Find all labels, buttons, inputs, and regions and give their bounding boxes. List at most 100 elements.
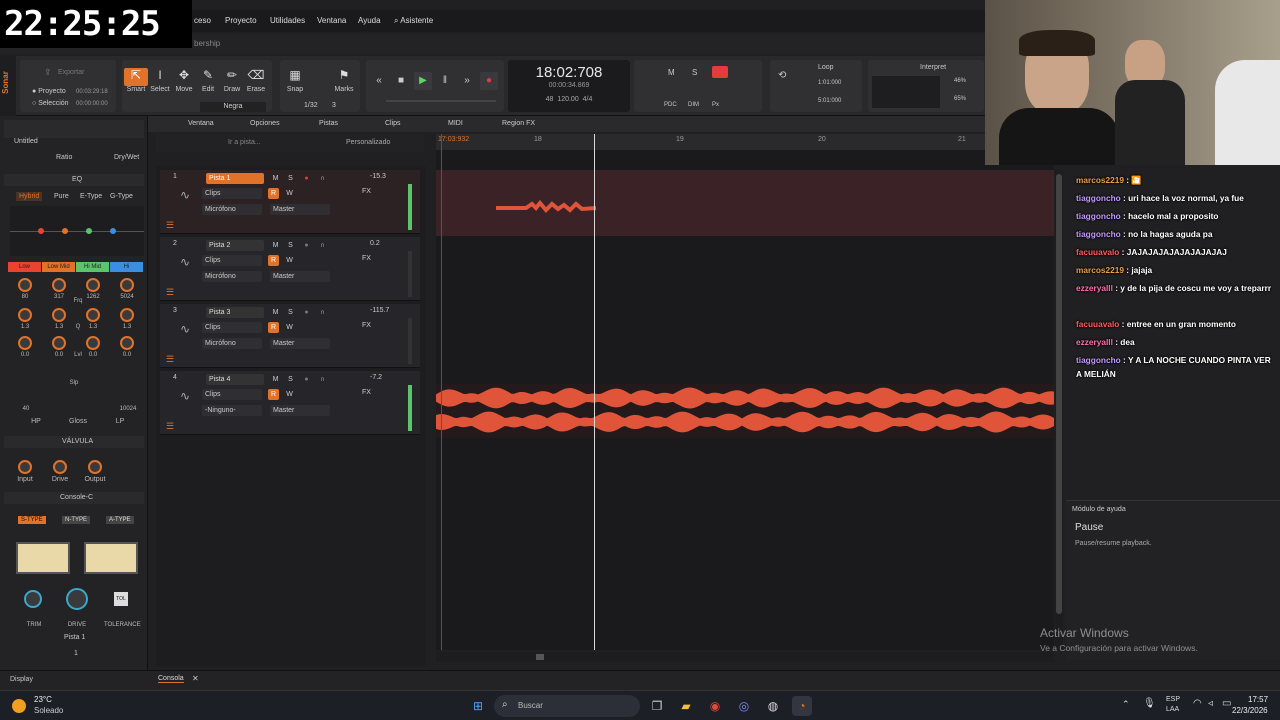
menu-utilidades[interactable]: Utilidades: [270, 16, 305, 25]
track-solo-button[interactable]: S: [285, 173, 296, 184]
valve-knob-1[interactable]: [53, 460, 67, 474]
track-expand-icon[interactable]: ☰: [166, 354, 174, 365]
eq-freq_vals-knob[interactable]: [18, 278, 32, 292]
chrome-icon[interactable]: ◉: [705, 696, 725, 716]
loop-icon[interactable]: ⟲: [778, 70, 786, 81]
track-volume[interactable]: -115.7: [370, 307, 389, 314]
menu-proyecto[interactable]: Proyecto: [225, 16, 257, 25]
time-display[interactable]: 18:02:708 00:00:34.869 48 120.00 4/4: [508, 60, 630, 112]
taskbar-date[interactable]: 22/3/2026: [1232, 706, 1268, 715]
track-volume[interactable]: 0.2: [370, 240, 380, 247]
eq-freq_vals-knob[interactable]: [52, 278, 66, 292]
move-tool[interactable]: ✥ Move: [172, 68, 196, 93]
track-mute-button[interactable]: M: [270, 240, 281, 251]
menu-region-fx[interactable]: Region FX: [502, 120, 535, 127]
track-name[interactable]: Pista 4: [206, 374, 264, 385]
mix-mute[interactable]: M: [668, 68, 675, 77]
erase-tool[interactable]: ⌫ Erase: [244, 68, 268, 93]
track-expand-icon[interactable]: ☰: [166, 421, 174, 432]
display-select[interactable]: Display: [10, 676, 33, 683]
taskbar-time[interactable]: 17:57: [1248, 695, 1268, 704]
track-header-2[interactable]: 2 Pista 2 M S ● ∩ R W 0.2 FX ∿ Clips Mic…: [160, 237, 420, 301]
track-fx[interactable]: FX: [362, 389, 371, 396]
loop-start[interactable]: 1:01:000: [818, 80, 841, 86]
eq-mode-pure[interactable]: Pure: [54, 193, 69, 200]
track-monitor-icon[interactable]: ∩: [317, 173, 328, 184]
eq-node-hi[interactable]: [110, 228, 116, 234]
track-monitor-icon[interactable]: ∩: [317, 374, 328, 385]
eq-filter-2[interactable]: LP: [108, 418, 132, 425]
transport-scrub[interactable]: [386, 100, 496, 102]
eq-mode-hybrid[interactable]: Hybrid: [16, 192, 43, 201]
eq-node-himid[interactable]: [86, 228, 92, 234]
eq-mode-gtype[interactable]: G-Type: [110, 193, 133, 200]
valve-knob-2[interactable]: [88, 460, 102, 474]
playhead[interactable]: [594, 134, 595, 650]
track-output-select[interactable]: Master: [270, 271, 330, 282]
clips-pane[interactable]: [436, 150, 1054, 650]
eq-q_vals-knob[interactable]: [18, 308, 32, 322]
track-input-select[interactable]: -Ninguno-: [202, 405, 262, 416]
track-expand-icon[interactable]: ☰: [166, 220, 174, 231]
eq-lvl_vals-knob[interactable]: [120, 336, 134, 350]
edit-tool[interactable]: ✎ Edit: [196, 68, 220, 93]
rewind-button[interactable]: «: [370, 72, 388, 90]
dim-button[interactable]: DIM: [688, 102, 699, 108]
preset-name[interactable]: Untitled: [14, 138, 38, 145]
track-arm-icon[interactable]: ●: [301, 374, 312, 385]
microphone-icon[interactable]: 🎙: [1143, 698, 1156, 709]
track-read-button[interactable]: R: [268, 188, 279, 199]
trim-knob[interactable]: [24, 590, 42, 608]
track-clips-select[interactable]: Clips: [202, 255, 262, 266]
menu-ventana-view[interactable]: Ventana: [188, 120, 214, 127]
track-input-select[interactable]: Micrófono: [202, 338, 262, 349]
eq-node-low[interactable]: [38, 228, 44, 234]
track-mute-button[interactable]: M: [270, 173, 281, 184]
tol-switch[interactable]: TOL: [114, 592, 128, 606]
project-radio[interactable]: ● Proyecto: [32, 88, 66, 95]
eq-node-lowmid[interactable]: [62, 228, 68, 234]
stop-button[interactable]: ■: [392, 72, 410, 90]
eq-filter-0[interactable]: HP: [24, 418, 48, 425]
eq-freq_vals-knob[interactable]: [120, 278, 134, 292]
discord-icon[interactable]: ◎: [734, 696, 754, 716]
battery-icon[interactable]: ▭: [1222, 698, 1231, 709]
menu-clips[interactable]: Clips: [385, 120, 401, 127]
windows-start-icon[interactable]: ⊞: [468, 696, 488, 716]
track-output-select[interactable]: Master: [270, 338, 330, 349]
track-clips-select[interactable]: Clips: [202, 322, 262, 333]
console-type-s[interactable]: S-TYPE: [18, 516, 46, 524]
track-solo-button[interactable]: S: [285, 240, 296, 251]
eq-filter-1[interactable]: Gloss: [66, 418, 90, 425]
track-write-button[interactable]: W: [284, 322, 295, 333]
eq-q_vals-knob[interactable]: [86, 308, 100, 322]
menu-proceso[interactable]: ceso: [194, 16, 211, 25]
volume-icon[interactable]: ◃: [1208, 698, 1213, 709]
eq-lvl_vals-knob[interactable]: [52, 336, 66, 350]
console-tab-close-icon[interactable]: ✕: [192, 674, 199, 683]
track-header-4[interactable]: 4 Pista 4 M S ● ∩ R W -7.2 FX ∿ Clips -N…: [160, 371, 420, 435]
track-write-button[interactable]: W: [284, 188, 295, 199]
track-output-select[interactable]: Master: [270, 405, 330, 416]
pdc-button[interactable]: PDC: [664, 102, 677, 108]
track-name[interactable]: Pista 2: [206, 240, 264, 251]
snap-value[interactable]: 1/32: [304, 102, 318, 109]
eq-lvl_vals-knob[interactable]: [86, 336, 100, 350]
play-button[interactable]: ▶: [414, 72, 432, 90]
timeline-ruler[interactable]: 17:03:932 18 19 20 21: [436, 134, 1054, 150]
eq-freq_vals-knob[interactable]: [86, 278, 100, 292]
language-2[interactable]: LAA: [1166, 706, 1179, 713]
track-fx[interactable]: FX: [362, 322, 371, 329]
view-select[interactable]: Personalizado: [346, 139, 390, 146]
track-solo-button[interactable]: S: [285, 374, 296, 385]
track-header-3[interactable]: 3 Pista 3 M S ● ∩ R W -115.7 FX ∿ Clips …: [160, 304, 420, 368]
track-input-select[interactable]: Micrófono: [202, 271, 262, 282]
valve-knob-0[interactable]: [18, 460, 32, 474]
fast-forward-button[interactable]: »: [458, 72, 476, 90]
export-button[interactable]: Exportar: [58, 69, 84, 76]
track-volume[interactable]: -15.3: [370, 173, 386, 180]
eq-band-0[interactable]: Low: [8, 262, 41, 272]
mix-record-indicator[interactable]: [712, 66, 728, 78]
eq-band-1[interactable]: Low Mid: [42, 262, 75, 272]
menu-ayuda[interactable]: Ayuda: [358, 16, 381, 25]
